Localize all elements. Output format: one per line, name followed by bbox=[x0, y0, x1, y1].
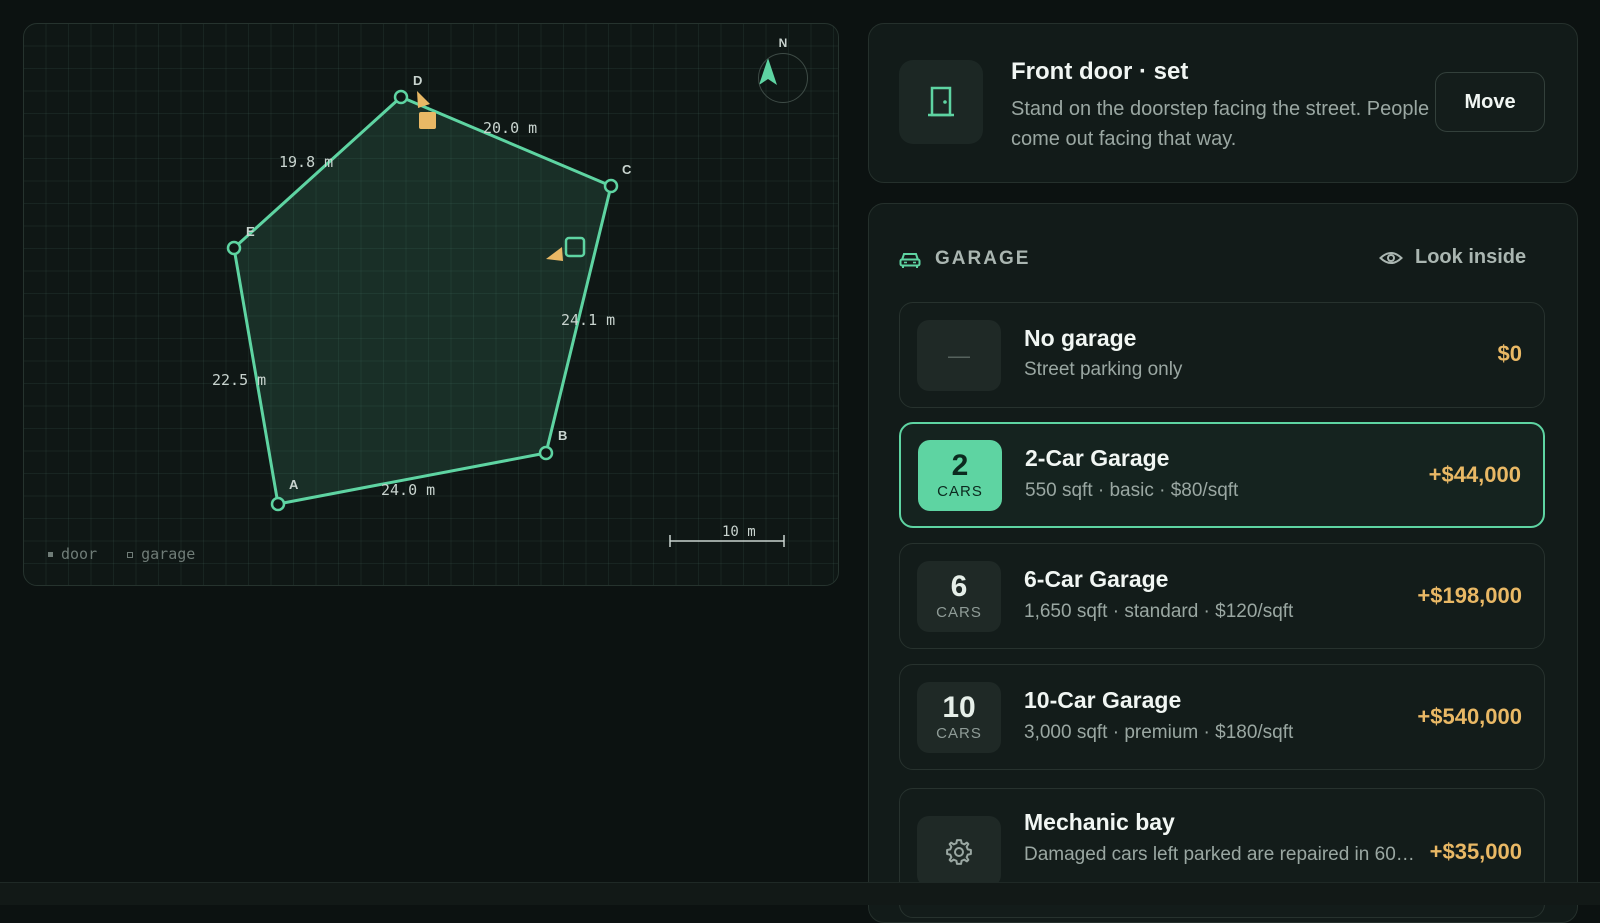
vertex-handle-b[interactable] bbox=[538, 445, 554, 461]
option-price: +$44,000 bbox=[1428, 462, 1521, 487]
bottom-bar bbox=[0, 882, 1600, 905]
option-car-count: 10 bbox=[942, 691, 976, 724]
option-title: No garage bbox=[1024, 325, 1137, 351]
option-badge bbox=[917, 816, 1001, 887]
scale-bar-label: 10 m bbox=[722, 524, 756, 540]
option-title: 10-Car Garage bbox=[1024, 687, 1182, 713]
gear-icon bbox=[946, 838, 972, 865]
option-badge: 6 CARS bbox=[917, 561, 1001, 632]
option-subtitle: Damaged cars left parked are repaired in… bbox=[1024, 844, 1415, 865]
lot-map[interactable]: A B C D E 24.0 m 24.1 m 20.0 m 19.8 m 22… bbox=[23, 23, 839, 586]
vertex-label-c: C bbox=[622, 162, 632, 177]
move-door-button[interactable]: Move bbox=[1435, 72, 1545, 132]
option-price: $0 bbox=[1497, 341, 1522, 366]
option-price: +$198,000 bbox=[1417, 583, 1522, 608]
eye-icon bbox=[1379, 251, 1403, 264]
garage-option-none[interactable]: — No garage Street parking only $0 bbox=[899, 302, 1545, 408]
vertex-handle-a[interactable] bbox=[270, 496, 286, 512]
legend-door-label: door bbox=[61, 545, 98, 563]
vertex-handle-c[interactable] bbox=[603, 178, 619, 194]
legend-garage: garage bbox=[127, 545, 195, 563]
option-title: 2-Car Garage bbox=[1025, 445, 1170, 471]
vertex-handle-d[interactable] bbox=[393, 89, 409, 105]
garage-option-6-car[interactable]: 6 CARS 6-Car Garage 1,650 sqft · standar… bbox=[899, 543, 1545, 649]
door-icon bbox=[928, 86, 954, 117]
edge-length-cd: 20.0 m bbox=[483, 119, 538, 137]
option-badge: 10 CARS bbox=[917, 682, 1001, 753]
option-title: 6-Car Garage bbox=[1024, 566, 1169, 592]
edge-length-de: 19.8 m bbox=[279, 153, 334, 171]
edge-length-ab: 24.0 m bbox=[381, 481, 436, 499]
door-icon-tile bbox=[899, 60, 983, 144]
option-title: Mechanic bay bbox=[1024, 809, 1175, 835]
front-door-card: Front door · set Stand on the doorstep f… bbox=[868, 23, 1578, 183]
edge-length-bc: 24.1 m bbox=[561, 311, 616, 329]
vertex-handle-e[interactable] bbox=[226, 240, 242, 256]
garage-option-10-car[interactable]: 10 CARS 10-Car Garage 3,000 sqft · premi… bbox=[899, 664, 1545, 770]
garage-swatch-icon bbox=[127, 551, 134, 558]
door-swatch-icon bbox=[48, 552, 53, 557]
map-legend: door garage bbox=[48, 545, 195, 563]
vertex-label-a: A bbox=[289, 477, 299, 492]
garage-option-2-car[interactable]: 2 CARS 2-Car Garage 550 sqft · basic · $… bbox=[899, 422, 1545, 528]
option-unit: CARS bbox=[936, 725, 982, 742]
car-icon bbox=[899, 253, 921, 268]
garage-section-heading: GARAGE bbox=[935, 248, 1031, 269]
option-badge: 2 CARS bbox=[918, 440, 1002, 511]
vertex-label-e: E bbox=[246, 224, 255, 239]
legend-door: door bbox=[48, 545, 97, 563]
option-price: +$35,000 bbox=[1429, 839, 1522, 864]
option-subtitle: 3,000 sqft · premium · $180/sqft bbox=[1024, 722, 1294, 743]
option-subtitle: Street parking only bbox=[1024, 359, 1183, 380]
compass[interactable] bbox=[758, 53, 808, 103]
option-price: +$540,000 bbox=[1417, 704, 1522, 729]
look-inside-label: Look inside bbox=[1415, 246, 1527, 268]
option-car-count: 6 bbox=[950, 570, 968, 603]
vertex-label-d: D bbox=[413, 73, 423, 88]
legend-garage-label: garage bbox=[141, 545, 196, 563]
look-inside-button[interactable]: Look inside bbox=[1379, 246, 1526, 269]
option-badge: — bbox=[917, 320, 1001, 391]
garage-panel: GARAGE Look inside — No garage Street pa… bbox=[868, 203, 1578, 923]
compass-label: N bbox=[778, 36, 788, 50]
dash-icon: — bbox=[948, 342, 970, 368]
option-subtitle: 1,650 sqft · standard · $120/sqft bbox=[1024, 601, 1294, 622]
front-door-title: Front door · set bbox=[1011, 58, 1189, 85]
option-subtitle: 550 sqft · basic · $80/sqft bbox=[1025, 480, 1239, 501]
edge-length-ea: 22.5 m bbox=[212, 371, 267, 389]
option-car-count: 2 bbox=[951, 449, 969, 482]
option-unit: CARS bbox=[936, 604, 982, 621]
vertex-label-b: B bbox=[558, 428, 568, 443]
option-unit: CARS bbox=[937, 483, 983, 500]
lot-polygon-svg bbox=[226, 58, 785, 547]
front-door-description: Stand on the doorstep facing the street.… bbox=[1011, 98, 1430, 150]
